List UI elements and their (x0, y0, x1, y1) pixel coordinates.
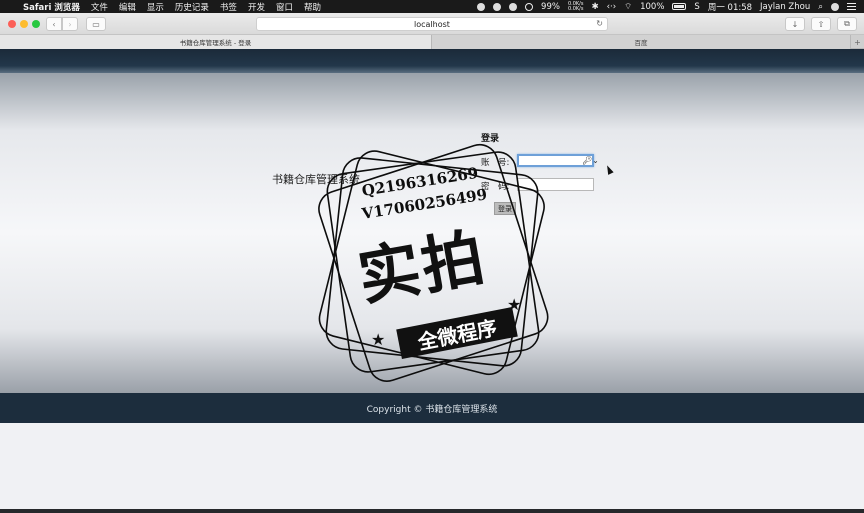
account-label: 账 号: (481, 158, 510, 168)
status-circle-icon[interactable] (525, 2, 534, 11)
notification-center-icon[interactable] (847, 3, 856, 10)
star-icon: ★ (371, 330, 386, 349)
address-bar[interactable]: localhost ↻ (256, 17, 608, 31)
forward-button[interactable]: › (62, 17, 78, 31)
menu-window[interactable]: 窗口 (276, 1, 293, 13)
menu-develop[interactable]: 开发 (248, 1, 265, 13)
clock-text[interactable]: 周一 01:58 (708, 1, 752, 13)
menu-bookmarks[interactable]: 书签 (220, 1, 237, 13)
star-icon: ★ (507, 295, 522, 314)
spotlight-icon[interactable]: ⌕ (818, 2, 823, 12)
password-input[interactable] (517, 178, 594, 191)
siri-icon[interactable] (831, 2, 839, 11)
close-window-button[interactable] (8, 20, 16, 28)
nav-buttons: ‹ › (46, 17, 78, 31)
menu-edit[interactable]: 编辑 (119, 1, 136, 13)
browser-toolbar: ‹ › ▭ localhost ↻ ↓ ⇧ ⧉ (0, 13, 864, 35)
system-name: 书籍仓库管理系统 (272, 173, 360, 186)
code-icon[interactable]: ‹·› (607, 2, 617, 12)
wifi-icon[interactable]: ⌔ (624, 2, 632, 12)
network-speed: 0.0K/s 0.0K/s (567, 1, 584, 12)
login-button[interactable]: 登录 (494, 202, 516, 215)
downloads-button[interactable]: ↓ (785, 17, 805, 31)
menu-bar: Safari 浏览器 文件 编辑 显示 历史记录 书签 开发 窗口 帮助 99%… (0, 0, 864, 13)
address-text: localhost (414, 19, 450, 29)
battery-percent-text: 99% (541, 1, 560, 12)
battery-text: 100% (640, 1, 665, 12)
net-down-text: 0.0K/s (567, 5, 584, 12)
login-title: 登录 (481, 134, 500, 144)
reload-icon[interactable]: ↻ (596, 19, 603, 28)
sidebar-toggle-button[interactable]: ▭ (86, 17, 106, 31)
bluetooth-icon[interactable]: ✱ (591, 2, 598, 12)
wechat-icon[interactable] (477, 2, 486, 11)
new-tab-button[interactable]: + (850, 35, 864, 49)
input-source-icon[interactable]: S (694, 2, 699, 12)
tab-bar: 书籍仓库管理系统 - 登录 百度 + (0, 35, 864, 49)
app-menu[interactable]: Safari 浏览器 (23, 1, 80, 13)
key-autofill-icon[interactable]: 🔑︎⌄ (582, 156, 599, 165)
user-name[interactable]: Jaylan Zhou (760, 2, 810, 12)
page-footer: Copyright © 书籍仓库管理系统 (0, 393, 864, 423)
bottom-strip (0, 509, 864, 513)
menu-file[interactable]: 文件 (91, 1, 108, 13)
menu-help[interactable]: 帮助 (304, 1, 321, 13)
qq-icon[interactable] (493, 2, 502, 11)
tabs-overview-button[interactable]: ⧉ (837, 17, 857, 31)
menu-history[interactable]: 历史记录 (175, 1, 209, 13)
minimize-window-button[interactable] (20, 20, 28, 28)
tab-login[interactable]: 书籍仓库管理系统 - 登录 (0, 35, 432, 49)
menu-view[interactable]: 显示 (147, 1, 164, 13)
notification-icon[interactable] (509, 2, 518, 11)
back-button[interactable]: ‹ (46, 17, 62, 31)
tab-baidu[interactable]: 百度 (432, 35, 850, 49)
share-button[interactable]: ⇧ (811, 17, 831, 31)
battery-icon[interactable] (672, 3, 687, 10)
page-header (0, 49, 864, 73)
footer-text: Copyright © 书籍仓库管理系统 (366, 404, 498, 415)
zoom-window-button[interactable] (32, 20, 40, 28)
